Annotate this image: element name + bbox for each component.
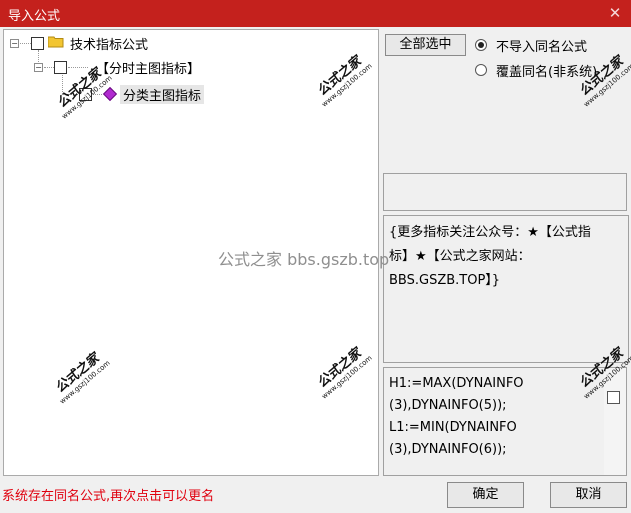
tree-item-label: 分类主图指标 xyxy=(120,85,205,104)
window-title: 导入公式 xyxy=(8,9,61,24)
code-line: (3),DYNAINFO(6)); xyxy=(389,442,507,457)
code-line: H1:=MAX(DYNAINFO xyxy=(389,376,524,391)
folder-icon xyxy=(48,36,64,48)
status-message: 系统存在同名公式,再次点击可以更名 xyxy=(2,489,215,504)
radio-skip-label: 不导入同名公式 xyxy=(496,40,588,55)
code-text: H1:=MAX(DYNAINFO (3),DYNAINFO(5)); L1:=M… xyxy=(389,373,589,461)
ok-button[interactable]: 确定 xyxy=(447,482,524,508)
radio-overwrite-duplicates[interactable] xyxy=(475,64,487,76)
code-checkbox[interactable] xyxy=(607,391,620,404)
cancel-button[interactable]: 取消 xyxy=(550,482,627,508)
code-line: L1:=MIN(DYNAINFO xyxy=(389,420,517,435)
tree-group-label: 【分时主图指标】 xyxy=(96,62,201,77)
close-icon[interactable]: ✕ xyxy=(605,2,625,24)
name-box[interactable] xyxy=(383,173,627,211)
tree-group-checkbox[interactable] xyxy=(54,61,67,74)
tree-connector xyxy=(20,43,31,44)
code-scrollbar[interactable] xyxy=(604,368,626,475)
select-all-button[interactable]: 全部选中 xyxy=(385,34,466,56)
radio-skip-duplicates[interactable] xyxy=(475,39,487,51)
watermark-text: 公式之家 bbs.gszb.top xyxy=(218,250,390,269)
title-bar: 导入公式 ✕ xyxy=(0,0,631,27)
tree-connector xyxy=(44,67,54,68)
tree-root-label: 技术指标公式 xyxy=(70,38,149,53)
code-line: (3),DYNAINFO(5)); xyxy=(389,398,507,413)
formula-icon xyxy=(102,86,118,102)
description-text: {更多指标关注公众号：★【公式指标】★【公式之家网站：BBS.GSZB.TOP】… xyxy=(389,225,591,288)
tree-root-checkbox[interactable] xyxy=(31,37,44,50)
collapse-icon[interactable]: − xyxy=(34,63,43,72)
collapse-icon[interactable]: − xyxy=(10,39,19,48)
